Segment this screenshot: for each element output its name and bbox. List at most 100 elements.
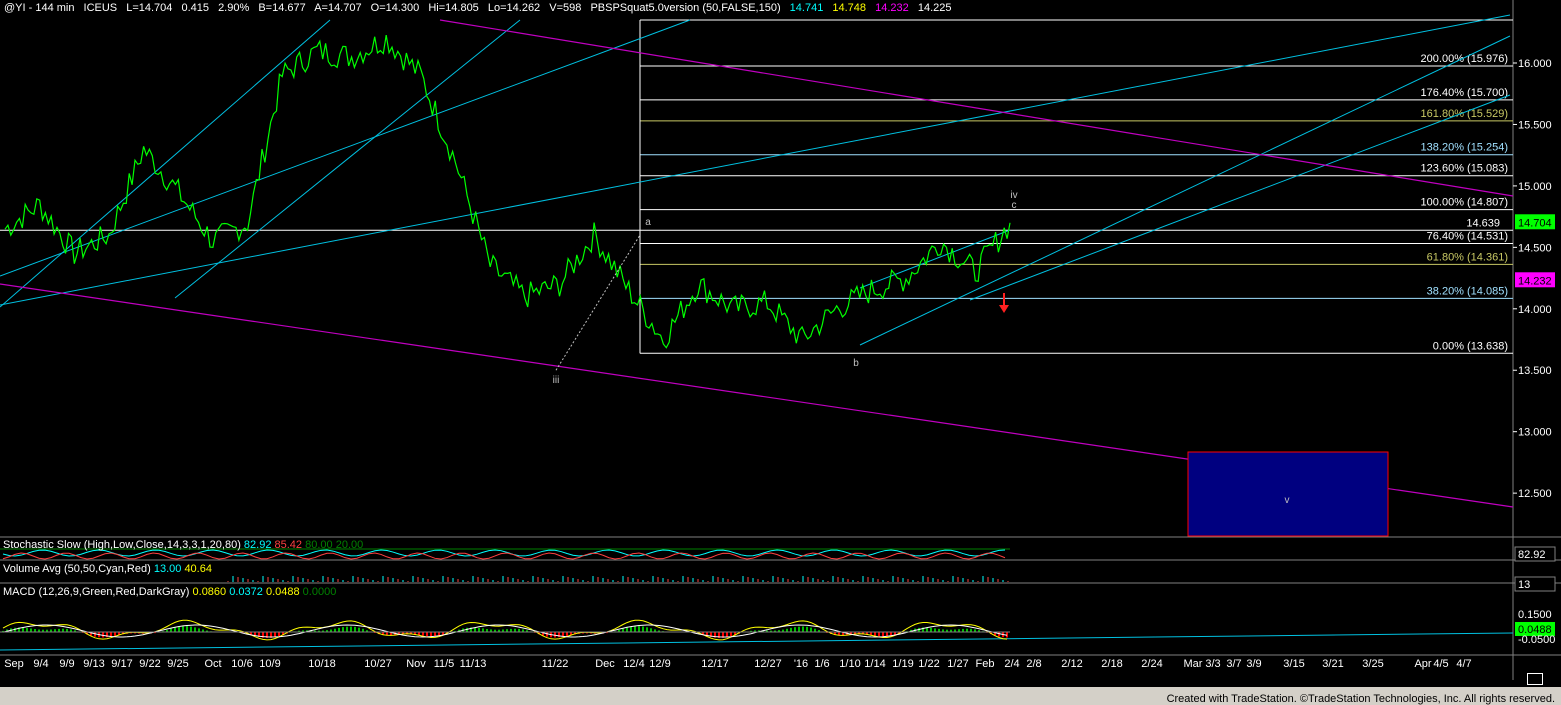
fib-label: 61.80% (14.361) bbox=[1427, 251, 1508, 263]
channel-line bbox=[0, 19, 691, 277]
open-value: O=14.300 bbox=[370, 2, 420, 14]
price-series bbox=[4, 35, 1011, 371]
low-value: Lo=14.262 bbox=[487, 2, 541, 14]
date-label: 9/13 bbox=[83, 658, 104, 670]
wave-labels: abiiiivcv bbox=[553, 190, 1290, 506]
change-pct: 2.90% bbox=[218, 2, 250, 14]
stoch-value-2: 85.42 bbox=[274, 539, 303, 551]
macd-signal bbox=[2, 624, 1008, 638]
volume-label: Volume Avg (50,50,Cyan,Red) 13.00 40.64 bbox=[3, 563, 212, 575]
macd-value-1: 0.0860 bbox=[192, 586, 227, 598]
fib-label: 200.00% (15.976) bbox=[1421, 53, 1508, 65]
date-label: 10/27 bbox=[364, 658, 392, 670]
low-price-tag-label: 14.232 bbox=[1518, 275, 1552, 287]
date-label: 2/18 bbox=[1101, 658, 1122, 670]
date-label: 3/7 bbox=[1226, 658, 1241, 670]
price-tick-label: 15.000 bbox=[1518, 181, 1552, 193]
channel-line bbox=[0, 19, 331, 308]
fib-label: 0.00% (13.638) bbox=[1433, 340, 1508, 352]
date-label: 9/22 bbox=[139, 658, 160, 670]
date-label: 3/25 bbox=[1362, 658, 1383, 670]
symbol-label: @YI - 144 min bbox=[4, 2, 75, 14]
study-value-3: 14.232 bbox=[875, 2, 909, 14]
scroll-thumb[interactable] bbox=[1527, 673, 1543, 685]
date-label: 9/4 bbox=[33, 658, 48, 670]
date-label: Oct bbox=[204, 658, 221, 670]
price-tick-label: 14.500 bbox=[1518, 242, 1552, 254]
volume-value: V=598 bbox=[549, 2, 582, 14]
date-label: 3/21 bbox=[1322, 658, 1343, 670]
date-label: 2/12 bbox=[1061, 658, 1082, 670]
wave-label-a: a bbox=[645, 217, 651, 228]
stoch-value-3: 80.00 bbox=[305, 539, 333, 551]
date-label: 11/13 bbox=[460, 658, 487, 670]
macd-value-3: 0.0488 bbox=[265, 586, 300, 598]
date-label: 3/3 bbox=[1205, 658, 1220, 670]
date-axis: Sep 9/4 9/9 9/13 9/17 9/22 9/25 Oct 10/6 10/9 10/1… bbox=[4, 658, 1471, 670]
wave-label-b: b bbox=[853, 358, 859, 369]
date-label: 1/10 bbox=[839, 658, 860, 670]
price-tick-label: 15.500 bbox=[1518, 119, 1552, 131]
study-value-4: 14.225 bbox=[917, 2, 952, 14]
hline-label: 14.639 bbox=[1466, 217, 1500, 229]
high-value: Hi=14.805 bbox=[428, 2, 479, 14]
date-label: 10/6 bbox=[231, 658, 252, 670]
date-label: Nov bbox=[406, 658, 426, 670]
trend-line-upper bbox=[439, 19, 1514, 197]
stoch-value-4: 20.00 bbox=[335, 539, 364, 551]
date-label: 12/27 bbox=[754, 658, 782, 670]
date-label: 11/22 bbox=[542, 658, 569, 670]
wave-label-iii: iii bbox=[553, 375, 560, 386]
date-label: 1/27 bbox=[947, 658, 968, 670]
price-line bbox=[4, 35, 1011, 349]
chart-frame bbox=[0, 0, 1561, 680]
macd-value-4: 0.0000 bbox=[302, 586, 337, 598]
date-label: 9/17 bbox=[111, 658, 132, 670]
date-label: 1/19 bbox=[892, 658, 913, 670]
fib-label: 38.20% (14.085) bbox=[1427, 285, 1508, 297]
macd-tick-label: -0.0500 bbox=[1518, 634, 1555, 646]
date-label: 10/18 bbox=[308, 658, 336, 670]
date-label: 2/4 bbox=[1004, 658, 1019, 670]
fib-label: 161.80% (15.529) bbox=[1421, 108, 1508, 120]
study-value-2: 14.748 bbox=[832, 2, 867, 14]
date-label: 4/7 bbox=[1456, 658, 1471, 670]
channel-line bbox=[0, 14, 1511, 306]
macd-value-2: 0.0372 bbox=[229, 586, 263, 598]
date-label: 2/24 bbox=[1141, 658, 1162, 670]
price-tick-label: 14.000 bbox=[1518, 304, 1552, 316]
down-arrow-icon bbox=[999, 305, 1009, 313]
channel-line bbox=[0, 632, 1514, 651]
copyright-text: Created with TradeStation. ©TradeStation… bbox=[1166, 693, 1555, 705]
date-label: 11/5 bbox=[434, 658, 455, 670]
date-label: Apr bbox=[1414, 658, 1431, 670]
target-box bbox=[1187, 451, 1389, 537]
date-label: 1/6 bbox=[814, 658, 829, 670]
last-price-tag-label: 14.704 bbox=[1518, 217, 1552, 229]
date-label: Mar bbox=[1184, 658, 1203, 670]
date-label: 12/4 bbox=[623, 658, 644, 670]
macd-title: MACD (12,26,9,Green,Red,DarkGray) bbox=[3, 586, 190, 598]
date-label: Dec bbox=[595, 658, 615, 670]
date-label: 9/25 bbox=[167, 658, 188, 670]
price-tick-label: 13.000 bbox=[1518, 427, 1552, 439]
date-label: 3/15 bbox=[1283, 658, 1304, 670]
date-label: Feb bbox=[976, 658, 995, 670]
date-label: 4/5 bbox=[1433, 658, 1448, 670]
stoch-tag-label: 82.92 bbox=[1518, 549, 1546, 561]
vol-value-2: 40.64 bbox=[184, 563, 212, 575]
date-label: 1/14 bbox=[864, 658, 885, 670]
vol-title: Volume Avg (50,50,Cyan,Red) bbox=[3, 563, 151, 575]
channel-line bbox=[859, 229, 1011, 289]
macd-label: MACD (12,26,9,Green,Red,DarkGray) 0.0860… bbox=[3, 586, 336, 598]
date-label: Sep bbox=[4, 658, 24, 670]
fib-label: 123.60% (15.083) bbox=[1421, 163, 1508, 175]
price-tick-label: 16.000 bbox=[1518, 58, 1552, 70]
date-label: 2/8 bbox=[1026, 658, 1041, 670]
bid-value: B=14.677 bbox=[258, 2, 306, 14]
date-label: 3/9 bbox=[1246, 658, 1261, 670]
last-price: L=14.704 bbox=[126, 2, 173, 14]
macd-tick-label: 0.1500 bbox=[1518, 609, 1552, 621]
change-value: 0.415 bbox=[181, 2, 209, 14]
fib-label: 138.20% (15.254) bbox=[1421, 142, 1508, 154]
